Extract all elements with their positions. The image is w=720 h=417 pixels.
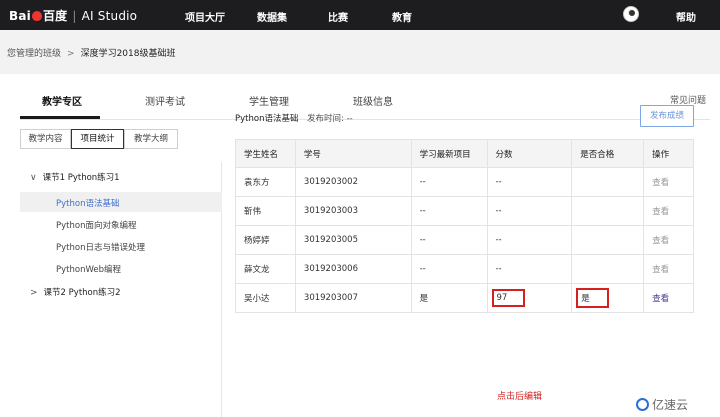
tree-item-oop[interactable]: Python面向对象编程 bbox=[56, 219, 136, 231]
student-name: 杨婷婷 bbox=[235, 225, 296, 255]
pass-edit-box[interactable]: 是 bbox=[576, 288, 610, 308]
column-header: 学习最新项目 bbox=[410, 139, 488, 168]
lesson-tree: ∨ 课节1 Python练习1 Python语法基础 Python面向对象编程 P… bbox=[20, 162, 222, 417]
subtab-syllabus[interactable]: 教学大纲 bbox=[124, 129, 178, 149]
pass-cell[interactable]: 是 bbox=[571, 283, 645, 313]
breadcrumb-separator: > bbox=[67, 49, 75, 59]
breadcrumb: 您管理的班级 > 深度学习2018级基础班 bbox=[7, 46, 175, 59]
latest-project: -- bbox=[410, 254, 488, 284]
table-row: 吴小达 3019203007 是 97 是 查看 bbox=[235, 283, 694, 313]
column-header: 是否合格 bbox=[571, 139, 645, 168]
tab-exams[interactable]: 测评考试 bbox=[145, 93, 185, 108]
nav-competitions[interactable]: 比赛 bbox=[328, 9, 348, 24]
tree-section-label: 课节1 Python练习1 bbox=[42, 173, 120, 183]
tab-class-info[interactable]: 班级信息 bbox=[353, 93, 393, 108]
paw-icon bbox=[31, 11, 42, 21]
student-score-table: 学生姓名 学号 学习最新项目 分数 是否合格 操作 袁东方 3019203002… bbox=[235, 139, 694, 313]
student-id: 3019203003 bbox=[294, 196, 412, 226]
score-cell[interactable]: 97 bbox=[486, 283, 573, 313]
breadcrumb-current: 深度学习2018级基础班 bbox=[80, 49, 176, 59]
avatar-face bbox=[629, 10, 635, 16]
student-id: 3019203002 bbox=[294, 167, 412, 197]
logo-separator: | bbox=[72, 9, 77, 23]
chevron-right-icon: > bbox=[30, 288, 38, 298]
student-name: 吴小达 bbox=[235, 283, 296, 313]
latest-project: -- bbox=[410, 167, 488, 197]
nav-education[interactable]: 教育 bbox=[392, 9, 412, 24]
tree-section-label: 课节2 Python练习2 bbox=[43, 288, 121, 298]
student-name: 靳伟 bbox=[235, 196, 296, 226]
publish-scores-button[interactable]: 发布成绩 bbox=[640, 105, 694, 127]
nav-projects[interactable]: 项目大厅 bbox=[185, 9, 225, 24]
view-link[interactable]: 查看 bbox=[643, 254, 694, 284]
top-nav-bar: Bai 百度 | AI Studio 项目大厅 数据集 比赛 教育 帮助 bbox=[0, 0, 720, 30]
table-row: 袁东方 3019203002 -- -- 查看 bbox=[235, 167, 694, 197]
student-name: 薛文龙 bbox=[235, 254, 296, 284]
baidu-ai-studio-logo[interactable]: Bai 百度 | AI Studio bbox=[9, 7, 137, 24]
watermark-text: 亿速云 bbox=[652, 398, 689, 412]
view-link[interactable]: 查看 bbox=[643, 225, 694, 255]
breadcrumb-parent[interactable]: 您管理的班级 bbox=[7, 49, 61, 59]
score-cell[interactable]: -- bbox=[486, 254, 573, 284]
tab-students[interactable]: 学生管理 bbox=[249, 93, 289, 108]
lesson-title: Python语法基础 bbox=[235, 114, 299, 124]
subtab-project-stats[interactable]: 项目统计 bbox=[71, 129, 124, 149]
logo-brand: Bai bbox=[9, 9, 31, 23]
nav-datasets[interactable]: 数据集 bbox=[257, 9, 287, 24]
tabs-divider bbox=[20, 119, 710, 120]
publish-time: 发布时间: -- bbox=[307, 114, 353, 124]
tree-item-web[interactable]: PythonWeb编程 bbox=[56, 263, 121, 275]
student-name: 袁东方 bbox=[235, 167, 296, 197]
tree-selection-bg bbox=[20, 192, 222, 212]
main-tabs: 教学专区 测评考试 学生管理 班级信息 常见问题 bbox=[0, 74, 720, 120]
watermark: 亿速云 bbox=[636, 396, 688, 413]
view-link[interactable]: 查看 bbox=[643, 196, 694, 226]
column-header: 学生姓名 bbox=[235, 139, 296, 168]
tree-section-1[interactable]: ∨ 课节1 Python练习1 bbox=[30, 171, 120, 183]
subtab-content[interactable]: 教学内容 bbox=[20, 129, 71, 149]
tab-teaching[interactable]: 教学专区 bbox=[42, 93, 82, 108]
view-link[interactable]: 查看 bbox=[643, 283, 694, 313]
table-row: 杨婷婷 3019203005 -- -- 查看 bbox=[235, 225, 694, 255]
pass-cell[interactable] bbox=[571, 167, 645, 197]
edit-hint-annotation: 点击后编辑 bbox=[497, 392, 543, 402]
score-cell[interactable]: -- bbox=[486, 225, 573, 255]
score-edit-box[interactable]: 97 bbox=[491, 289, 525, 307]
table-row: 靳伟 3019203003 -- -- 查看 bbox=[235, 196, 694, 226]
tree-section-2[interactable]: > 课节2 Python练习2 bbox=[30, 286, 121, 298]
score-cell[interactable]: -- bbox=[486, 196, 573, 226]
column-header: 学号 bbox=[294, 139, 412, 168]
latest-project: 是 bbox=[410, 283, 488, 313]
table-header-row: 学生姓名 学号 学习最新项目 分数 是否合格 操作 bbox=[235, 139, 694, 168]
student-id: 3019203007 bbox=[294, 283, 412, 313]
pass-cell[interactable] bbox=[571, 254, 645, 284]
table-row: 薛文龙 3019203006 -- -- 查看 bbox=[235, 254, 694, 284]
latest-project: -- bbox=[410, 196, 488, 226]
help-link[interactable]: 帮助 bbox=[676, 9, 696, 24]
student-id: 3019203005 bbox=[294, 225, 412, 255]
score-cell[interactable]: -- bbox=[486, 167, 573, 197]
column-header: 操作 bbox=[643, 139, 694, 168]
logo-cn: 百度 bbox=[42, 9, 68, 23]
latest-project: -- bbox=[410, 225, 488, 255]
tree-item-logging-errors[interactable]: Python日志与错误处理 bbox=[56, 241, 145, 253]
logo-product: AI Studio bbox=[81, 9, 138, 23]
student-id: 3019203006 bbox=[294, 254, 412, 284]
watermark-logo-icon bbox=[636, 398, 649, 411]
pass-cell[interactable] bbox=[571, 196, 645, 226]
avatar[interactable] bbox=[623, 6, 639, 22]
column-header: 分数 bbox=[486, 139, 573, 168]
chevron-down-icon: ∨ bbox=[30, 173, 37, 183]
tree-item-syntax-basics[interactable]: Python语法基础 bbox=[56, 197, 119, 209]
pass-cell[interactable] bbox=[571, 225, 645, 255]
view-link[interactable]: 查看 bbox=[643, 167, 694, 197]
